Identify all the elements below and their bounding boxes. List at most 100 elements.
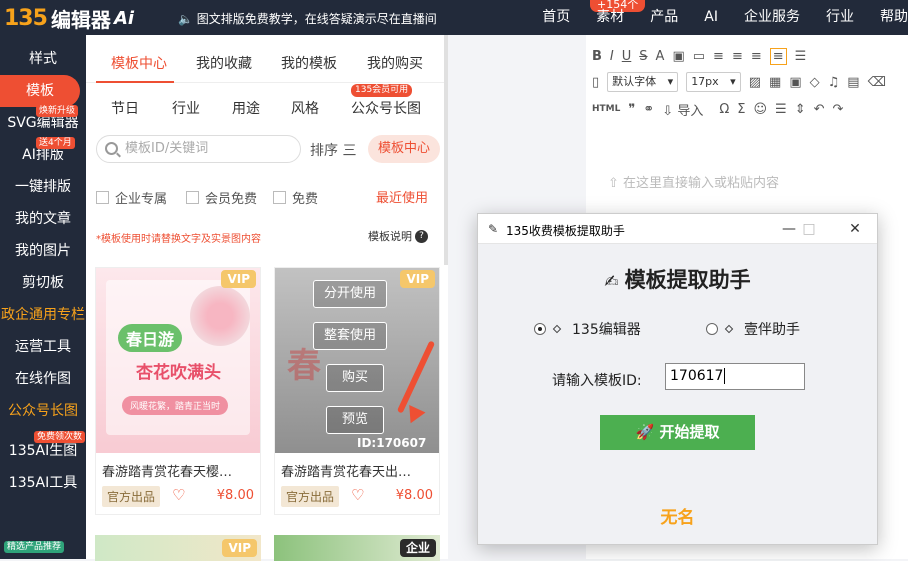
use-separately-button[interactable]: 分开使用 — [313, 280, 387, 308]
checkbox[interactable] — [96, 191, 109, 204]
font-color-icon[interactable]: A — [656, 49, 665, 64]
html-button[interactable]: HTML — [592, 104, 620, 114]
sidebar-item-styles[interactable]: 样式 — [0, 43, 86, 75]
erase-icon[interactable]: ⌫ — [868, 75, 886, 90]
sidebar-item-ops-tools[interactable]: 运营工具 — [0, 331, 86, 363]
nav-products[interactable]: 产品 — [637, 0, 691, 35]
template-card[interactable]: 春 VIP 分开使用 整套使用 购买 预览 ID:170607 春游踏青赏花春天… — [274, 267, 440, 515]
heart-icon[interactable]: ♡ — [351, 486, 364, 504]
undo-icon[interactable]: ↶ — [814, 102, 825, 117]
template-thumbnail[interactable]: 春日游 杏花吹满头 风暖花繁，踏青正当时 VIP — [96, 268, 260, 453]
recent-used-link[interactable]: 最近使用 — [376, 187, 428, 206]
align-left-icon[interactable]: ≡ — [713, 49, 724, 64]
line-height-icon[interactable]: ⇕ — [795, 102, 806, 117]
start-extract-button[interactable]: 🚀 开始提取 — [600, 415, 755, 450]
import-button[interactable]: ⇩ 导入 — [662, 100, 711, 119]
minimize-icon[interactable]: — — [778, 218, 800, 240]
image-icon[interactable]: ▣ — [789, 75, 801, 90]
nav-help[interactable]: 帮助 — [867, 0, 908, 35]
subtab-industry[interactable]: 行业 — [172, 98, 200, 118]
radio-button[interactable] — [706, 323, 718, 335]
italic-icon[interactable]: I — [610, 49, 614, 64]
indent-icon[interactable]: ☰ — [795, 49, 807, 64]
video-icon[interactable]: ▤ — [847, 75, 859, 90]
recommend-tag[interactable]: 精选产品推荐 — [4, 541, 65, 553]
search-input[interactable]: 模板ID/关键词 — [96, 135, 301, 163]
music-icon[interactable]: ♫ — [828, 75, 840, 90]
dialog-titlebar[interactable]: ✎ 135收费模板提取助手 — □ ✕ — [478, 214, 877, 244]
redo-icon[interactable]: ↷ — [833, 102, 844, 117]
align-center-icon[interactable]: ≡ — [732, 49, 743, 64]
preview-button[interactable]: 预览 — [326, 406, 384, 434]
template-card[interactable]: 春日游 杏花吹满头 风暖花繁，踏青正当时 VIP 春游踏青赏花春天樱… 官方出品… — [95, 267, 261, 515]
tab-my-templates[interactable]: 我的模板 — [281, 53, 337, 73]
sidebar-item-ai-image[interactable]: 免费领次数 135AI生图 — [0, 431, 86, 467]
template-card-partial[interactable]: 企业 — [274, 535, 440, 561]
table-icon[interactable]: ▦ — [769, 75, 781, 90]
sidebar-item-one-click[interactable]: 一键排版 — [0, 171, 86, 203]
sidebar-item-clipboard[interactable]: 剪切板 — [0, 267, 86, 299]
template-center-button[interactable]: 模板中心 — [368, 135, 440, 163]
checkbox[interactable] — [186, 191, 199, 204]
doc-icon[interactable]: ▯ — [592, 75, 599, 90]
subtab-usage[interactable]: 用途 — [232, 98, 260, 118]
subtab-long-image[interactable]: 公众号长图 — [351, 98, 421, 118]
close-icon[interactable]: ✕ — [844, 218, 866, 240]
radio-option-yiban[interactable]: 壹伴助手 — [706, 319, 800, 339]
sidebar-item-online-draw[interactable]: 在线作图 — [0, 363, 86, 395]
filter-enterprise[interactable]: 企业专属 — [96, 188, 167, 207]
maximize-icon[interactable]: □ — [798, 218, 820, 240]
nav-ai[interactable]: AI — [691, 0, 731, 35]
tab-template-center[interactable]: 模板中心 — [111, 53, 167, 73]
logo[interactable]: 135 编辑器 Ai — [4, 4, 134, 32]
buy-button[interactable]: 购买 — [326, 364, 384, 392]
paragraph-icon[interactable]: ▣ — [672, 49, 684, 64]
quote-icon[interactable]: ❞ — [628, 102, 635, 117]
align-right-icon[interactable]: ≡ — [751, 49, 762, 64]
strikethrough-icon[interactable]: S — [639, 49, 647, 64]
sidebar-item-templates[interactable]: 模板 — [0, 75, 80, 107]
sidebar-item-long-image[interactable]: 公众号长图 — [0, 395, 86, 427]
emoji-icon[interactable]: ☺ — [753, 102, 767, 117]
tab-my-favorites[interactable]: 我的收藏 — [196, 53, 252, 73]
filter-member-free[interactable]: 会员免费 — [186, 188, 257, 207]
heart-icon[interactable]: ♡ — [172, 486, 185, 504]
format-icon[interactable]: ▭ — [693, 49, 705, 64]
radio-option-135[interactable]: 135编辑器 — [534, 319, 641, 339]
nav-materials[interactable]: 素材 — [583, 0, 637, 35]
filter-free[interactable]: 免费 — [273, 188, 318, 207]
tab-my-purchases[interactable]: 我的购买 — [367, 53, 423, 73]
nav-home[interactable]: 首页 — [529, 0, 583, 35]
nav-enterprise[interactable]: 企业服务 — [731, 0, 813, 35]
bold-icon[interactable]: B — [592, 49, 602, 64]
use-full-set-button[interactable]: 整套使用 — [313, 322, 387, 350]
justify-icon[interactable]: ≡ — [769, 47, 787, 65]
font-size-select[interactable]: 17px ▾ — [686, 72, 741, 92]
sidebar-item-my-images[interactable]: 我的图片 — [0, 235, 86, 267]
checkbox[interactable] — [273, 191, 286, 204]
live-notice[interactable]: 🔈 图文排版免费教学，在线答疑演示尽在直播间 — [178, 10, 437, 27]
sigma-icon[interactable]: Σ — [737, 102, 745, 117]
template-help[interactable]: 模板说明? — [368, 228, 428, 244]
radio-button[interactable] — [534, 323, 546, 335]
sidebar-item-ai-layout[interactable]: 送4个月 AI排版 — [0, 137, 86, 171]
template-thumbnail[interactable]: 春 VIP 分开使用 整套使用 购买 预览 ID:170607 — [275, 268, 439, 453]
subtab-style[interactable]: 风格 — [291, 98, 319, 118]
nav-industry[interactable]: 行业 — [813, 0, 867, 35]
link-icon[interactable]: ⚭ — [643, 102, 654, 117]
underline-icon[interactable]: U — [622, 49, 632, 64]
sidebar-item-svg-editor[interactable]: 焕新升级 SVG编辑器 — [0, 105, 86, 139]
omega-icon[interactable]: Ω — [719, 102, 729, 117]
subtab-festival[interactable]: 节日 — [111, 98, 139, 118]
sidebar-item-gov-column[interactable]: 政企通用专栏 — [0, 299, 86, 331]
sort-button[interactable]: 排序 三 — [310, 140, 356, 160]
template-card-partial[interactable]: VIP — [95, 535, 261, 561]
font-family-select[interactable]: 默认字体 ▾ — [607, 72, 679, 92]
panel-scrollbar[interactable] — [444, 35, 448, 265]
template-id-input[interactable]: 170617 — [665, 363, 805, 390]
sidebar-item-ai-tools[interactable]: 135AI工具 — [0, 467, 86, 499]
shape-icon[interactable]: ◇ — [810, 75, 820, 90]
list-icon[interactable]: ☰ — [775, 102, 787, 117]
sidebar-item-my-articles[interactable]: 我的文章 — [0, 203, 86, 235]
editor-placeholder[interactable]: ⇧ 在这里直接输入或粘贴内容 — [608, 172, 779, 191]
